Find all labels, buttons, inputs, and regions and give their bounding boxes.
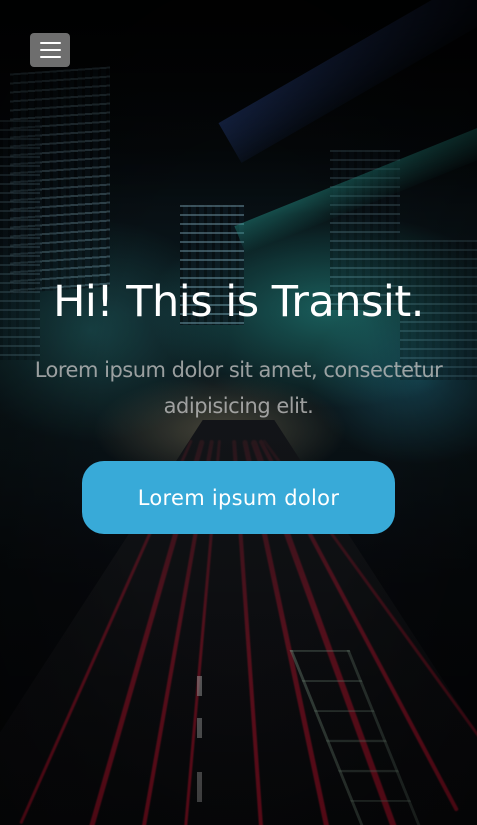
menu-toggle-button[interactable]	[30, 33, 70, 67]
hamburger-menu-icon	[39, 42, 61, 44]
hamburger-menu-icon	[39, 49, 61, 51]
hero-content: Hi! This is Transit. Lorem ipsum dolor s…	[0, 272, 477, 534]
hero-section: Hi! This is Transit. Lorem ipsum dolor s…	[0, 0, 477, 825]
cta-button[interactable]: Lorem ipsum dolor	[82, 461, 395, 534]
hero-subtitle: Lorem ipsum dolor sit amet, consectetur …	[34, 358, 443, 418]
hamburger-menu-icon	[39, 56, 61, 58]
hero-title: Hi! This is Transit.	[53, 277, 424, 327]
